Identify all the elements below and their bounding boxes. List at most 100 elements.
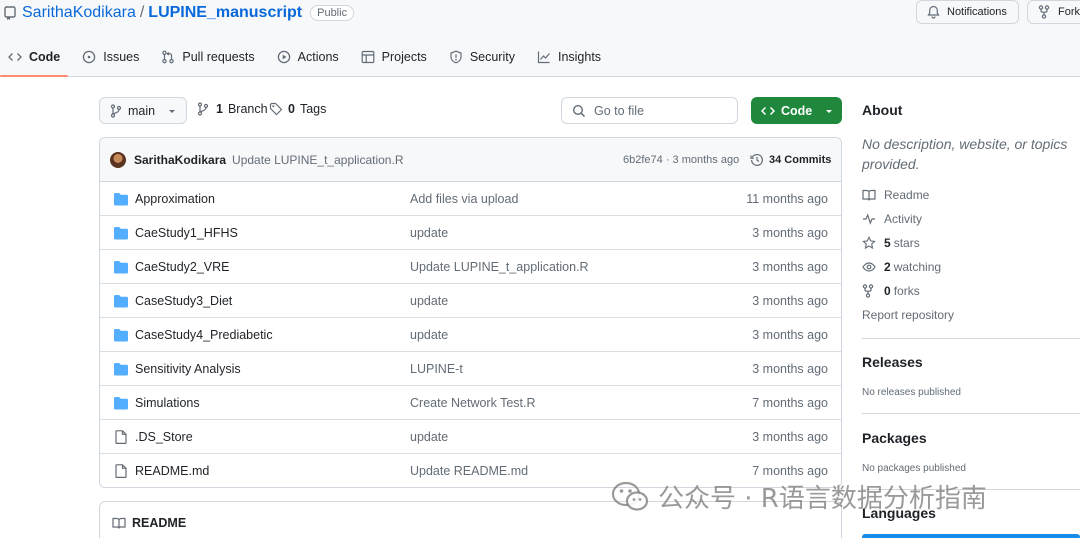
stars-count: 5: [884, 236, 891, 250]
file-name-link[interactable]: Approximation: [135, 192, 215, 206]
commits-link[interactable]: 34 Commits: [750, 153, 831, 167]
forks-link[interactable]: 0 forks: [862, 284, 920, 298]
notifications-label: Notifications: [947, 6, 1007, 18]
branch-selector[interactable]: main: [99, 97, 187, 124]
tags-link[interactable]: 0 Tags: [269, 102, 326, 116]
file-commit-message[interactable]: update: [410, 294, 448, 308]
tab-code[interactable]: Code: [0, 40, 69, 77]
caret-down-icon: [824, 104, 834, 118]
repo-icon: [4, 6, 16, 20]
code-button[interactable]: Code: [751, 97, 842, 124]
stars-label: stars: [893, 236, 920, 250]
releases-empty-text: No releases published: [862, 387, 961, 398]
watchers-link[interactable]: 2 watching: [862, 260, 941, 274]
graph-icon: [537, 50, 551, 64]
divider: [862, 413, 1080, 414]
visibility-badge: Public: [310, 5, 355, 21]
file-name-link[interactable]: CaeStudy1_HFHS: [135, 226, 238, 240]
file-name-link[interactable]: CaseStudy4_Prediabetic: [135, 328, 273, 342]
divider: [862, 338, 1080, 339]
file-name-link[interactable]: README.md: [135, 464, 209, 478]
file-name-link[interactable]: CaseStudy3_Diet: [135, 294, 232, 308]
tab-insights[interactable]: Insights: [529, 40, 609, 74]
repo-header: SarithaKodikara / LUPINE_manuscript Publ…: [0, 0, 1080, 77]
readme-label: Readme: [884, 188, 930, 202]
watermark: 公众号 · R语言数据分析指南: [610, 478, 987, 515]
go-to-file-placeholder: Go to file: [594, 103, 645, 118]
file-row[interactable]: Simulations Create Network Test.R 7 months…: [100, 386, 841, 420]
notifications-button[interactable]: Notifications: [916, 0, 1019, 24]
play-icon: [277, 50, 291, 64]
tab-label: Insights: [557, 50, 602, 64]
file-row[interactable]: .DS_Store update 3 months ago: [100, 420, 841, 454]
readme-tab-label[interactable]: README: [132, 516, 186, 530]
go-to-file-input[interactable]: Go to file: [561, 97, 738, 124]
file-row[interactable]: CaseStudy3_Diet update 3 months ago: [100, 284, 841, 318]
tab-projects[interactable]: Projects: [353, 40, 435, 74]
star-icon: [862, 236, 876, 250]
file-commit-message[interactable]: update: [410, 328, 448, 342]
file-name-link[interactable]: CaeStudy2_VRE: [135, 260, 230, 274]
file-commit-message[interactable]: Create Network Test.R: [410, 396, 536, 410]
repo-title: SarithaKodikara / LUPINE_manuscript Publ…: [4, 2, 355, 24]
file-commit-message[interactable]: update: [410, 226, 448, 240]
folder-icon: [113, 192, 129, 206]
file-name-link[interactable]: Sensitivity Analysis: [135, 362, 241, 376]
file-commit-age: 3 months ago: [752, 293, 828, 308]
file-commit-age: 11 months ago: [746, 191, 828, 206]
repo-owner-link[interactable]: SarithaKodikara: [22, 4, 136, 22]
avatar[interactable]: [110, 151, 126, 168]
path-separator: /: [139, 4, 145, 21]
repo-name-link[interactable]: LUPINE_manuscript: [148, 4, 302, 22]
commit-author[interactable]: SarithaKodikara: [134, 153, 226, 167]
search-icon: [572, 104, 586, 118]
file-commit-message[interactable]: Update LUPINE_t_application.R: [410, 260, 589, 274]
file-icon: [113, 430, 129, 444]
file-row[interactable]: CaeStudy2_VRE Update LUPINE_t_application…: [100, 250, 841, 284]
file-commit-message[interactable]: Add files via upload: [410, 192, 518, 206]
file-row[interactable]: CaeStudy1_HFHS update 3 months ago: [100, 216, 841, 250]
stars-link[interactable]: 5 stars: [862, 236, 920, 250]
file-commit-age: 3 months ago: [752, 327, 828, 342]
file-row[interactable]: Sensitivity Analysis LUPINE-t 3 months ago: [100, 352, 841, 386]
file-commit-message[interactable]: Update README.md: [410, 464, 528, 478]
watching-label: watching: [893, 260, 942, 274]
table-icon: [361, 50, 375, 64]
tab-security[interactable]: Security: [441, 40, 523, 74]
book-icon: [862, 188, 876, 202]
pulse-icon: [862, 212, 876, 226]
activity-link[interactable]: Activity: [862, 212, 922, 226]
packages-empty-text: No packages published: [862, 463, 966, 474]
file-commit-age: 3 months ago: [752, 225, 828, 240]
file-row[interactable]: Approximation Add files via upload 11 mont…: [100, 182, 841, 216]
shield-icon: [449, 50, 463, 64]
report-repository-link[interactable]: Report repository: [862, 308, 954, 322]
tab-label: Code: [29, 50, 61, 64]
file-commit-age: 3 months ago: [752, 361, 828, 376]
branch-count: 1: [216, 102, 223, 116]
commit-hash-time[interactable]: 6b2fe74 · 3 months ago: [623, 154, 739, 166]
eye-icon: [862, 260, 876, 274]
file-name-link[interactable]: Simulations: [135, 396, 200, 410]
tab-label: Projects: [381, 50, 427, 64]
file-commit-message[interactable]: update: [410, 430, 448, 444]
forks-label: forks: [893, 284, 920, 298]
file-row[interactable]: CaseStudy4_Prediabetic update 3 months ago: [100, 318, 841, 352]
releases-heading[interactable]: Releases: [862, 354, 923, 370]
about-heading: About: [862, 102, 903, 118]
packages-heading[interactable]: Packages: [862, 430, 927, 446]
tab-actions[interactable]: Actions: [269, 40, 347, 74]
commit-message[interactable]: Update LUPINE_t_application.R: [232, 153, 403, 167]
tag-icon: [269, 102, 283, 116]
fork-button[interactable]: Fork: [1027, 0, 1080, 24]
branches-link[interactable]: 1 Branch: [197, 102, 268, 116]
fork-icon: [862, 284, 876, 298]
about-description: No description, website, or topics provi…: [862, 136, 1068, 172]
file-commit-message[interactable]: LUPINE-t: [410, 362, 463, 376]
tab-issues[interactable]: Issues: [74, 40, 147, 74]
book-icon: [112, 516, 126, 530]
file-name-link[interactable]: .DS_Store: [135, 430, 193, 444]
commit-count: 34 Commits: [769, 153, 832, 166]
tab-pull-requests[interactable]: Pull requests: [153, 40, 262, 74]
readme-link[interactable]: Readme: [862, 188, 929, 202]
